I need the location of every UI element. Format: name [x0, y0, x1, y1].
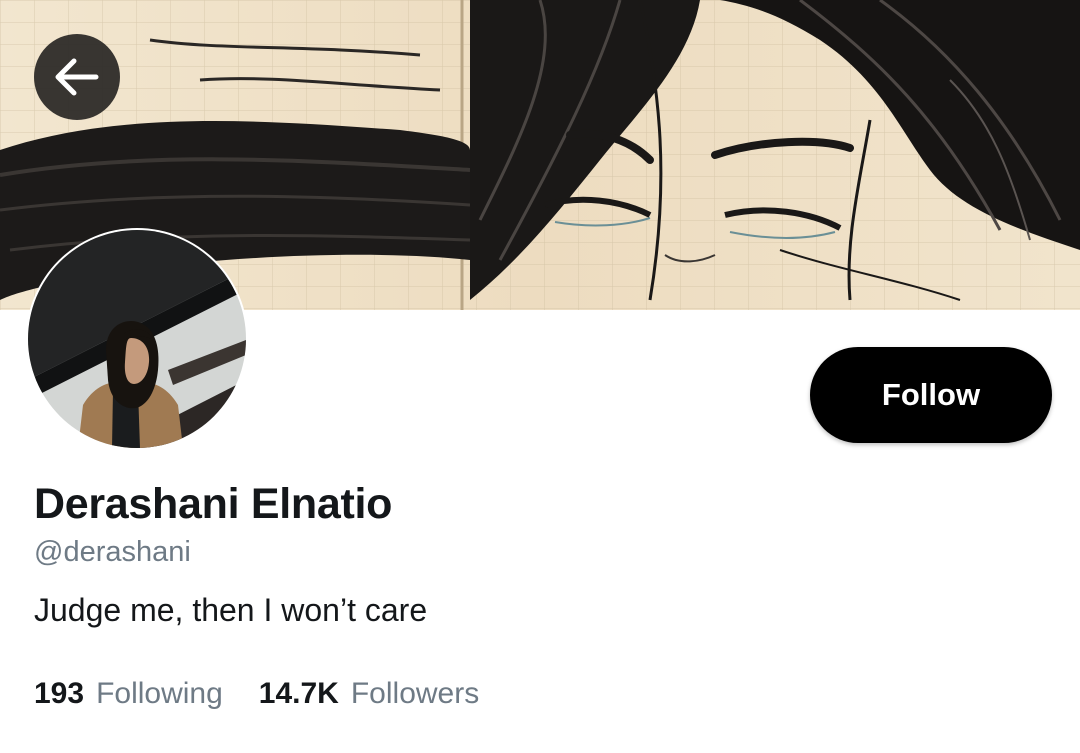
profile-bio: Judge me, then I won’t care [34, 592, 428, 628]
avatar-photo [28, 230, 246, 448]
back-button[interactable] [34, 34, 120, 120]
profile-handle: @derashani [34, 536, 191, 568]
following-label: Following [96, 677, 223, 710]
profile-stats: 193 Following 14.7K Followers [34, 677, 479, 711]
arrow-left-icon [55, 58, 99, 96]
followers-link[interactable]: 14.7K Followers [259, 677, 479, 711]
following-count: 193 [34, 677, 85, 710]
profile-page: Follow Derashani Elnatio @derashani Judg… [0, 0, 1080, 753]
follow-button[interactable]: Follow [810, 347, 1052, 443]
following-link[interactable]: 193 Following [34, 677, 223, 711]
followers-count: 14.7K [258, 677, 339, 710]
followers-label: Followers [350, 677, 480, 710]
avatar[interactable] [26, 228, 248, 450]
profile-display-name: Derashani Elnatio [34, 480, 393, 528]
